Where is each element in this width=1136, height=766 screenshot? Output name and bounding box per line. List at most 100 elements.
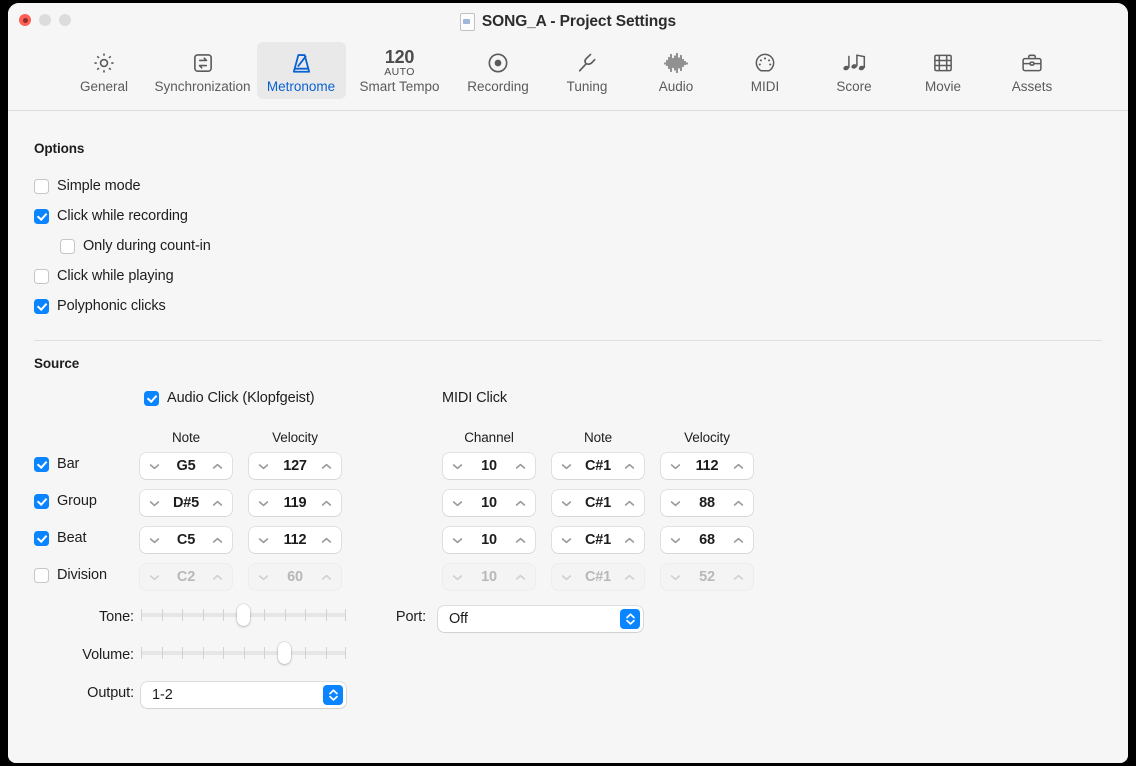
tone-slider-knob[interactable]	[237, 604, 250, 626]
tab-tuning[interactable]: Tuning	[543, 42, 632, 99]
checkbox-polyphonic-clicks[interactable]	[34, 299, 49, 314]
options-heading: Options	[34, 141, 1102, 156]
chevron-down-icon[interactable]	[149, 463, 160, 470]
option-simple-mode[interactable]: Simple mode	[34, 178, 1102, 194]
chevron-up-icon[interactable]	[321, 500, 332, 507]
checkbox-click-while-playing[interactable]	[34, 269, 49, 284]
option-click-while-recording[interactable]: Click while recording	[34, 208, 1102, 224]
chevron-down-icon[interactable]	[670, 463, 681, 470]
chevron-down-icon[interactable]	[258, 463, 269, 470]
chevron-up-icon[interactable]	[212, 463, 223, 470]
checkbox-audio-click[interactable]	[144, 391, 159, 406]
tab-recording-label: Recording	[467, 79, 529, 95]
volume-slider[interactable]	[141, 642, 346, 664]
chevron-up-icon[interactable]	[733, 463, 744, 470]
chevron-updown-icon[interactable]	[620, 609, 640, 629]
chevron-down-icon[interactable]	[561, 463, 572, 470]
waveform-icon	[662, 48, 690, 78]
stepper-bar-midi-velocity[interactable]: 112	[661, 453, 753, 479]
checkbox-beat[interactable]	[34, 531, 49, 546]
chevron-down-icon[interactable]	[670, 500, 681, 507]
stepper-bar-velocity[interactable]: 127	[249, 453, 341, 479]
stepper-bar-midi-channel[interactable]: 10	[443, 453, 535, 479]
stepper-beat-midi-velocity[interactable]: 68	[661, 527, 753, 553]
row-group-toggle[interactable]: Group	[34, 493, 97, 509]
slider-tick	[345, 647, 346, 659]
chevron-up-icon[interactable]	[515, 500, 526, 507]
tab-metronome[interactable]: Metronome	[257, 42, 346, 99]
chevron-updown-icon[interactable]	[323, 685, 343, 705]
chevron-down-icon[interactable]	[561, 537, 572, 544]
chevron-down-icon[interactable]	[670, 537, 681, 544]
tab-midi[interactable]: MIDI	[721, 42, 810, 99]
source-heading: Source	[34, 356, 1102, 371]
tone-slider[interactable]	[141, 604, 346, 626]
stepper-beat-midi-channel[interactable]: 10	[443, 527, 535, 553]
stepper-bar-midi-velocity-value: 112	[681, 458, 733, 474]
tab-recording[interactable]: Recording	[454, 42, 543, 99]
chevron-down-icon[interactable]	[561, 500, 572, 507]
stepper-beat-velocity[interactable]: 112	[249, 527, 341, 553]
chevron-down-icon[interactable]	[452, 463, 463, 470]
slider-tick	[162, 609, 163, 621]
chevron-up-icon[interactable]	[515, 537, 526, 544]
chevron-up-icon[interactable]	[321, 537, 332, 544]
checkbox-division[interactable]	[34, 568, 49, 583]
tab-audio[interactable]: Audio	[632, 42, 721, 99]
header-midi-channel: Channel	[443, 430, 535, 445]
table-row-beat: Beat C5 112 10 C#1	[34, 526, 1102, 563]
chevron-up-icon[interactable]	[515, 463, 526, 470]
chevron-up-icon[interactable]	[212, 537, 223, 544]
chevron-up-icon[interactable]	[624, 463, 635, 470]
chevron-down-icon[interactable]	[452, 537, 463, 544]
chevron-down-icon[interactable]	[258, 537, 269, 544]
tempo-mode: AUTO	[384, 66, 415, 78]
stepper-beat-midi-note[interactable]: C#1	[552, 527, 644, 553]
checkbox-bar[interactable]	[34, 457, 49, 472]
tab-smart-tempo[interactable]: 120 AUTO Smart Tempo	[346, 42, 454, 99]
stepper-group-midi-channel[interactable]: 10	[443, 490, 535, 516]
chevron-up-icon[interactable]	[733, 500, 744, 507]
volume-slider-knob[interactable]	[278, 642, 291, 664]
minimize-button[interactable]	[39, 14, 51, 26]
maximize-button[interactable]	[59, 14, 71, 26]
option-polyphonic-clicks[interactable]: Polyphonic clicks	[34, 298, 1102, 314]
row-beat-toggle[interactable]: Beat	[34, 530, 86, 546]
chevron-up-icon[interactable]	[733, 537, 744, 544]
chevron-up-icon[interactable]	[321, 463, 332, 470]
chevron-down-icon[interactable]	[258, 500, 269, 507]
stepper-group-velocity[interactable]: 119	[249, 490, 341, 516]
briefcase-icon	[1019, 48, 1045, 78]
chevron-up-icon[interactable]	[624, 537, 635, 544]
close-button[interactable]	[19, 14, 31, 26]
header-audio-velocity: Velocity	[249, 430, 341, 445]
stepper-group-midi-velocity[interactable]: 88	[661, 490, 753, 516]
chevron-down-icon[interactable]	[149, 500, 160, 507]
stepper-group-note[interactable]: D#5	[140, 490, 232, 516]
checkbox-group[interactable]	[34, 494, 49, 509]
tab-movie[interactable]: Movie	[899, 42, 988, 99]
stepper-bar-note[interactable]: G5	[140, 453, 232, 479]
output-dropdown[interactable]: 1-2	[141, 682, 346, 708]
stepper-beat-note[interactable]: C5	[140, 527, 232, 553]
chevron-down-icon[interactable]	[149, 537, 160, 544]
checkbox-click-while-recording[interactable]	[34, 209, 49, 224]
option-click-while-playing[interactable]: Click while playing	[34, 268, 1102, 284]
audio-click-toggle[interactable]: Audio Click (Klopfgeist)	[144, 390, 315, 406]
checkbox-simple-mode[interactable]	[34, 179, 49, 194]
port-dropdown[interactable]: Off	[438, 606, 643, 632]
tab-assets[interactable]: Assets	[988, 42, 1077, 99]
row-bar-toggle[interactable]: Bar	[34, 456, 79, 472]
stepper-bar-midi-note[interactable]: C#1	[552, 453, 644, 479]
option-only-during-count-in[interactable]: Only during count-in	[60, 238, 1102, 254]
chevron-up-icon[interactable]	[212, 500, 223, 507]
chevron-down-icon[interactable]	[452, 500, 463, 507]
checkbox-only-during-count-in[interactable]	[60, 239, 75, 254]
tab-score[interactable]: Score	[810, 42, 899, 99]
row-division-toggle[interactable]: Division	[34, 567, 107, 583]
stepper-beat-midi-channel-value: 10	[463, 532, 515, 548]
tab-general[interactable]: General	[60, 42, 149, 99]
tab-synchronization[interactable]: Synchronization	[149, 42, 257, 99]
stepper-group-midi-note[interactable]: C#1	[552, 490, 644, 516]
chevron-up-icon[interactable]	[624, 500, 635, 507]
